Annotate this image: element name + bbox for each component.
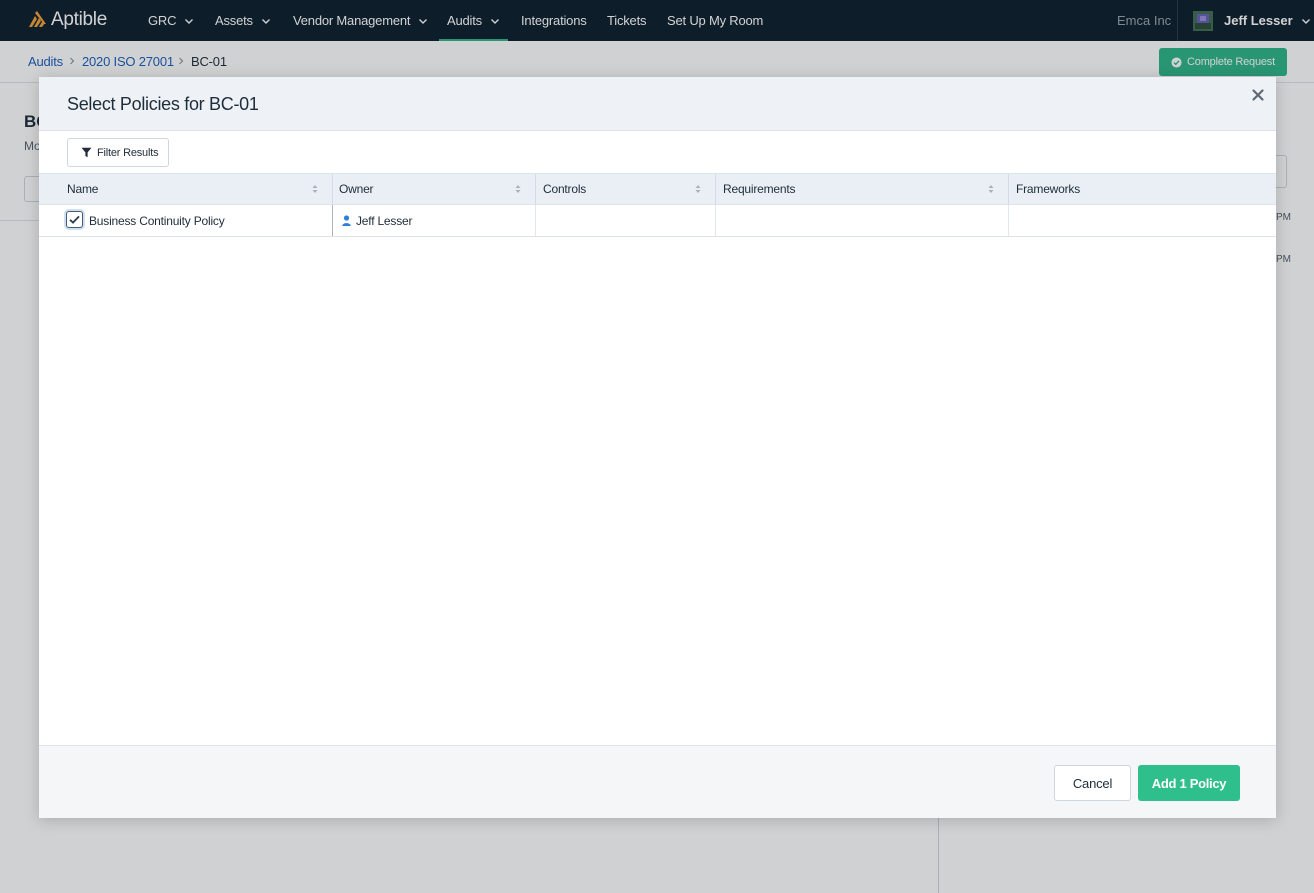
column-header-owner[interactable]: Owner [339, 174, 374, 204]
table-header: Name Owner Controls Requirements Framewo… [39, 173, 1276, 205]
column-divider [332, 174, 333, 204]
select-policies-modal: Select Policies for BC-01 Filter Results… [39, 77, 1276, 818]
filter-results-label: Filter Results [97, 146, 159, 159]
column-divider [332, 205, 333, 236]
column-divider [1008, 174, 1009, 204]
filter-icon [81, 147, 92, 158]
sort-icon[interactable] [695, 184, 701, 194]
owner-name: Jeff Lesser [356, 213, 413, 228]
person-icon [342, 215, 351, 226]
modal-title: Select Policies for BC-01 [67, 94, 259, 114]
column-divider [535, 174, 536, 204]
modal-header: Select Policies for BC-01 [39, 77, 1276, 131]
column-header-requirements[interactable]: Requirements [723, 174, 796, 204]
column-divider [715, 174, 716, 204]
column-header-name[interactable]: Name [67, 174, 98, 204]
cancel-button[interactable]: Cancel [1054, 765, 1131, 801]
checkmark-icon [69, 215, 80, 224]
row-select-checkbox[interactable] [66, 211, 83, 228]
sort-icon[interactable] [312, 184, 318, 194]
policy-name-cell: Business Continuity Policy [89, 213, 225, 228]
owner-cell: Jeff Lesser [342, 205, 412, 236]
column-divider [1008, 205, 1009, 236]
table-row[interactable]: Business Continuity Policy Jeff Lesser [39, 205, 1276, 237]
column-header-controls[interactable]: Controls [543, 174, 586, 204]
column-divider [535, 205, 536, 236]
modal-footer: Cancel Add 1 Policy [39, 745, 1276, 818]
filter-results-button[interactable]: Filter Results [67, 138, 169, 167]
add-policy-button[interactable]: Add 1 Policy [1138, 765, 1240, 801]
close-icon[interactable] [1251, 88, 1265, 102]
sort-icon[interactable] [515, 184, 521, 194]
column-divider [715, 205, 716, 236]
sort-icon[interactable] [988, 184, 994, 194]
column-header-frameworks[interactable]: Frameworks [1016, 174, 1080, 204]
